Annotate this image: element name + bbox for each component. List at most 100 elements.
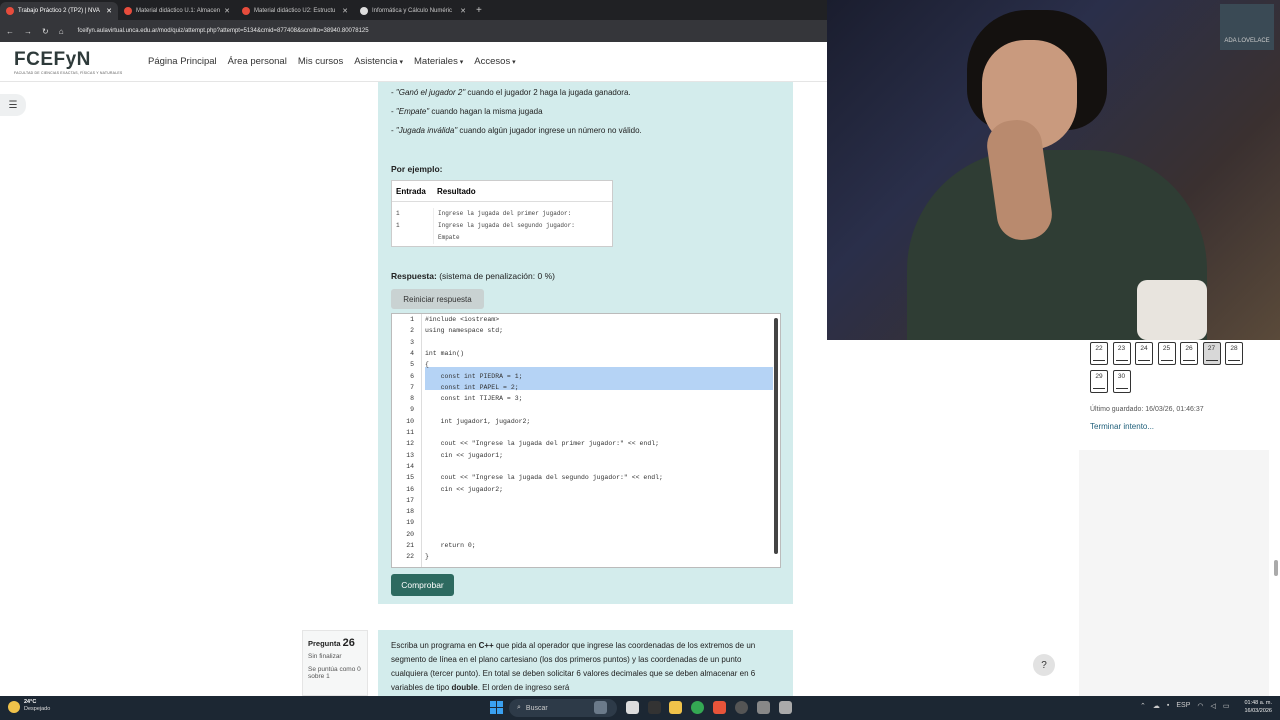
line-number: 14 bbox=[406, 462, 414, 470]
nav-attendance[interactable]: Asistencia bbox=[354, 56, 403, 67]
code-line[interactable]: cin << jugador1; bbox=[425, 452, 503, 459]
code-line[interactable]: const int PIEDRA = 1; bbox=[425, 373, 523, 380]
code-editor[interactable]: 1 #include <iostream> 2 using namespace std… bbox=[391, 313, 781, 568]
code-line[interactable]: int main() bbox=[425, 350, 464, 357]
terminal-icon[interactable] bbox=[648, 701, 661, 714]
browser-tab[interactable]: Material didáctico U.1: Almacen ✕ bbox=[118, 2, 236, 20]
example-output-cell: Ingrese la jugada del primer jugador: In… bbox=[433, 208, 575, 244]
line-number: 11 bbox=[406, 429, 414, 436]
question-status: Sin finalizar bbox=[308, 653, 342, 660]
close-tab-icon[interactable]: ✕ bbox=[106, 7, 112, 15]
nav-access[interactable]: Accesos bbox=[474, 56, 515, 67]
weather-widget[interactable]: 24°C Despejado bbox=[24, 699, 50, 713]
chrome-icon[interactable] bbox=[691, 701, 704, 714]
wifi-icon[interactable]: ◠ bbox=[1197, 702, 1203, 710]
site-logo[interactable]: FCEFyN FACULTAD DE CIENCIAS EXACTAS, FÍS… bbox=[14, 49, 126, 75]
speaker-icon[interactable]: ◁ bbox=[1210, 702, 1215, 710]
home-icon[interactable]: ⌂ bbox=[59, 27, 64, 36]
question-panel: - "Ganó el jugador 2" cuando el jugador … bbox=[378, 82, 793, 604]
line-number: 20 bbox=[406, 530, 414, 538]
quiz-nav-question-28[interactable]: 28 bbox=[1225, 342, 1243, 365]
browser-tab[interactable]: Material didáctico U2: Estructu ✕ bbox=[236, 2, 354, 20]
quiz-nav-question-22[interactable]: 22 bbox=[1090, 342, 1108, 365]
new-tab-icon[interactable]: + bbox=[476, 5, 482, 16]
answer-label: Respuesta: (sistema de penalización: 0 %… bbox=[391, 271, 555, 281]
line-number: 5 bbox=[410, 361, 414, 369]
code-line[interactable]: { bbox=[425, 361, 429, 368]
nav-materials[interactable]: Materiales bbox=[414, 56, 463, 67]
line-number: 6 bbox=[410, 372, 414, 380]
code-line[interactable]: cin << jugador2; bbox=[425, 486, 503, 493]
quiz-nav-question-29[interactable]: 29 bbox=[1090, 370, 1108, 393]
close-tab-icon[interactable]: ✕ bbox=[224, 7, 230, 15]
quiz-nav-question-24[interactable]: 24 bbox=[1135, 342, 1153, 365]
quiz-nav-question-25[interactable]: 25 bbox=[1157, 342, 1176, 365]
browser-tab[interactable]: Trabajo Práctico 2 (TP2) | NVA ✕ bbox=[0, 2, 118, 20]
code-line[interactable]: #include <iostream> bbox=[425, 316, 499, 323]
clock[interactable]: 01:48 a. m. 16/03/2026 bbox=[1244, 699, 1272, 715]
line-number: 8 bbox=[410, 395, 414, 403]
start-icon[interactable] bbox=[490, 701, 503, 714]
settings-icon[interactable] bbox=[779, 701, 792, 714]
line-number: 16 bbox=[406, 485, 414, 493]
widgets-icon[interactable] bbox=[594, 701, 607, 714]
browser-tab[interactable]: Informática y Cálculo Numéric ✕ bbox=[354, 2, 472, 20]
code-line[interactable]: cout << "Ingrese la jugada del segundo j… bbox=[425, 474, 663, 481]
file-explorer-icon[interactable] bbox=[669, 701, 682, 714]
finish-attempt-link[interactable]: Terminar intento... bbox=[1090, 422, 1154, 431]
quiz-nav-question-30[interactable]: 30 bbox=[1112, 370, 1131, 393]
logo-subtitle: FACULTAD DE CIENCIAS EXACTAS, FÍSICAS Y … bbox=[14, 70, 123, 75]
close-tab-icon[interactable]: ✕ bbox=[342, 7, 348, 15]
app-icon[interactable] bbox=[713, 701, 726, 714]
example-table-header: Entrada Resultado bbox=[392, 181, 612, 202]
code-line[interactable]: return 0; bbox=[425, 542, 476, 549]
webcam-overlay: ADA LOVELACE bbox=[827, 0, 1280, 340]
quiz-nav-question-26[interactable]: 26 bbox=[1180, 342, 1198, 365]
help-button[interactable]: ? bbox=[1033, 654, 1055, 676]
obs-icon[interactable] bbox=[735, 701, 748, 714]
weather-icon[interactable] bbox=[8, 701, 20, 713]
app-tray-icon[interactable]: ▪ bbox=[1167, 702, 1169, 710]
line-number: 21 bbox=[406, 542, 414, 549]
quiz-nav-question-23[interactable]: 23 bbox=[1112, 342, 1131, 365]
nav-home[interactable]: Página Principal bbox=[148, 56, 217, 67]
line-number: 22 bbox=[406, 553, 414, 561]
quiz-navigation: 22 23 24 25 26 27 28 29 30 Último guardado: 16/0… bbox=[1079, 340, 1267, 450]
nav-personal-area[interactable]: Área personal bbox=[228, 56, 287, 67]
editor-scrollbar[interactable] bbox=[774, 318, 778, 554]
url-field[interactable]: fceifyn.aulavirtual.unca.edu.ar/mod/quiz… bbox=[78, 28, 369, 34]
line-number: 17 bbox=[406, 496, 414, 504]
page-scrollbar[interactable] bbox=[1274, 560, 1278, 576]
quiz-nav-question-27[interactable]: 27 bbox=[1202, 342, 1221, 365]
code-line[interactable]: const int PAPEL = 2; bbox=[425, 384, 519, 391]
app-icon[interactable] bbox=[757, 701, 770, 714]
code-line[interactable]: int jugador1, jugador2; bbox=[425, 418, 531, 425]
reload-icon[interactable]: ↻ bbox=[42, 27, 49, 36]
windows-taskbar: 24°C Despejado ⌕ Buscar ⌃ ☁ ▪ ESP ◠ ◁ ▭ 01… bbox=[0, 696, 1280, 720]
nav-my-courses[interactable]: Mis cursos bbox=[298, 56, 343, 67]
code-line[interactable]: } bbox=[425, 553, 429, 560]
course-index-toggle-icon[interactable]: ☰ bbox=[0, 94, 26, 116]
check-button[interactable]: Comprobar bbox=[391, 574, 454, 596]
last-saved: Último guardado: 16/03/26, 01:46:37 bbox=[1090, 406, 1204, 413]
next-question-text: Escriba un programa en C++ que pida al o… bbox=[378, 630, 793, 696]
chevron-up-icon[interactable]: ⌃ bbox=[1140, 702, 1146, 710]
battery-icon[interactable]: ▭ bbox=[1223, 702, 1230, 710]
task-view-icon[interactable] bbox=[626, 701, 639, 714]
close-tab-icon[interactable]: ✕ bbox=[460, 7, 466, 15]
lang-indicator[interactable]: ESP bbox=[1176, 702, 1190, 710]
line-number: 9 bbox=[410, 406, 414, 414]
forward-icon[interactable]: → bbox=[24, 27, 32, 36]
back-icon[interactable]: ← bbox=[6, 27, 14, 36]
line-number: 1 bbox=[410, 316, 414, 323]
tab-favicon-icon bbox=[124, 7, 132, 15]
example-table: Entrada Resultado 1 1 Ingrese la jugada … bbox=[391, 180, 613, 247]
line-number: 18 bbox=[406, 508, 414, 516]
reset-answer-button[interactable]: Reiniciar respuesta bbox=[391, 289, 484, 309]
question-rule-line: - "Ganó el jugador 2" cuando el jugador … bbox=[391, 88, 631, 97]
code-line[interactable]: cout << "Ingrese la jugada del primer ju… bbox=[425, 440, 659, 447]
cloud-icon[interactable]: ☁ bbox=[1153, 702, 1160, 710]
code-line[interactable]: using namespace std; bbox=[425, 327, 503, 334]
line-number: 2 bbox=[410, 327, 414, 335]
code-line[interactable]: const int TIJERA = 3; bbox=[425, 395, 523, 402]
